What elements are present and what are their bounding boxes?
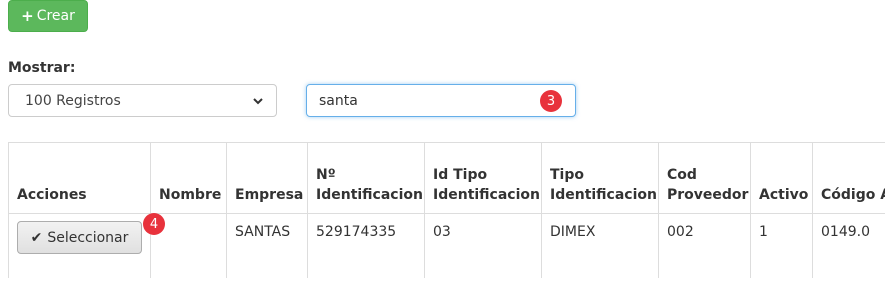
- search-field[interactable]: [306, 84, 576, 117]
- header-id-type: Tipo Identificacion: [541, 142, 659, 214]
- create-button[interactable]: + Crear: [8, 0, 88, 32]
- cell-activity-code: 0149.0: [812, 213, 885, 278]
- cell-active: 1: [750, 213, 813, 278]
- create-button-label: Crear: [36, 8, 75, 24]
- cell-id-number: 529174335: [307, 213, 425, 278]
- header-company: Empresa: [226, 142, 308, 214]
- chevron-down-icon: [253, 97, 263, 104]
- select-button[interactable]: ✔ Seleccionar: [17, 221, 142, 254]
- check-icon: ✔: [30, 229, 43, 246]
- records-per-page-select[interactable]: 100 Registros: [8, 84, 277, 117]
- header-activity-code: Código Actividad: [812, 142, 885, 214]
- header-name: Nombre: [150, 142, 227, 214]
- plus-icon: +: [21, 6, 34, 25]
- cell-company: SANTAS: [226, 213, 308, 278]
- cell-supplier-code: 002: [658, 213, 751, 278]
- header-active: Activo: [750, 142, 813, 214]
- cell-id-type-id: 03: [424, 213, 542, 278]
- header-actions: Acciones: [8, 142, 151, 214]
- results-table-wrapper[interactable]: Acciones Nombre Empresa Nº Identificacio…: [8, 142, 885, 278]
- select-button-label: Seleccionar: [47, 229, 129, 246]
- cell-id-type: DIMEX: [541, 213, 659, 278]
- records-per-page-value: 100 Registros: [25, 92, 121, 109]
- cell-actions: ✔ Seleccionar: [8, 213, 151, 278]
- step-marker-4: 4: [143, 213, 165, 235]
- show-label: Mostrar:: [8, 60, 76, 76]
- table-row: ✔ Seleccionar SANTAS 529174335 03 DIMEX …: [8, 213, 885, 278]
- header-id-type-id: Id Tipo Identificacion: [424, 142, 542, 214]
- header-id-number: Nº Identificacion: [307, 142, 425, 214]
- table-header-row: Acciones Nombre Empresa Nº Identificacio…: [8, 142, 885, 214]
- step-marker-3: 3: [540, 90, 562, 112]
- search-input[interactable]: [319, 92, 519, 109]
- header-supplier-code: Cod Proveedor: [658, 142, 751, 214]
- results-table: Acciones Nombre Empresa Nº Identificacio…: [8, 142, 885, 278]
